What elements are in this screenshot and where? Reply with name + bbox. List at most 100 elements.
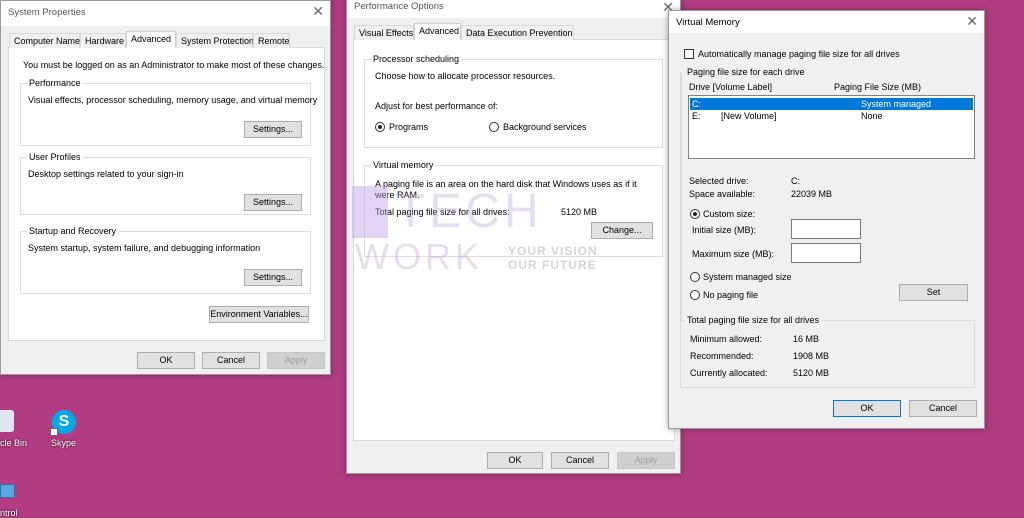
- title-bar[interactable]: Virtual Memory ✕: [669, 11, 984, 33]
- ok-button[interactable]: OK: [137, 352, 195, 369]
- performance-options-dialog: Performance Options ✕ Visual Effects Adv…: [346, 0, 681, 474]
- virtual-memory-group: Virtual memory A paging file is an area …: [364, 160, 663, 257]
- user-profiles-settings-button[interactable]: Settings...: [244, 194, 302, 211]
- control-panel-icon: [0, 484, 15, 498]
- group-description: Visual effects, processor scheduling, me…: [28, 95, 318, 105]
- apply-button[interactable]: Apply: [617, 452, 675, 469]
- shortcut-arrow-icon: [50, 428, 58, 436]
- column-drive: Drive [Volume Label]: [689, 82, 773, 92]
- dialog-title: Performance Options: [354, 1, 444, 12]
- selected-drive-label: Selected drive:: [689, 176, 749, 186]
- tab-remote[interactable]: Remote: [253, 33, 290, 48]
- initial-size-label: Initial size (MB):: [692, 225, 757, 235]
- apply-button[interactable]: Apply: [267, 352, 325, 369]
- background-services-label: Background services: [503, 122, 587, 132]
- ok-button[interactable]: OK: [833, 400, 901, 417]
- selected-drive-value: C:: [791, 176, 800, 186]
- paging-file-group: Paging file size for each drive Drive [V…: [680, 67, 975, 320]
- vm-description-line2: were RAM.: [375, 190, 420, 200]
- drive-letter: C:: [692, 99, 701, 109]
- desktop-icon-skype[interactable]: S Skype: [44, 408, 84, 453]
- admin-notice: You must be logged on as an Administrato…: [23, 60, 325, 70]
- performance-group: Performance Visual effects, processor sc…: [20, 78, 317, 146]
- maximum-size-label: Maximum size (MB):: [692, 249, 775, 259]
- environment-variables-button[interactable]: Environment Variables...: [209, 306, 309, 323]
- desktop-icon-control-panel[interactable]: ntrol: [0, 482, 30, 518]
- system-properties-dialog: System Properties ✕ Computer Name Hardwa…: [0, 0, 331, 375]
- desktop-icon-label: ntrol: [0, 508, 18, 518]
- drive-row[interactable]: E: [New Volume] None: [690, 110, 973, 122]
- total-paging-label: Total paging file size for all drives:: [375, 207, 510, 217]
- title-bar[interactable]: Performance Options ✕: [347, 0, 680, 18]
- auto-manage-checkbox[interactable]: [684, 49, 694, 59]
- processor-scheduling-group: Processor scheduling Choose how to alloc…: [364, 54, 663, 148]
- column-size: Paging File Size (MB): [834, 82, 922, 92]
- close-icon[interactable]: ✕: [312, 3, 324, 20]
- ok-button[interactable]: OK: [487, 452, 543, 469]
- startup-recovery-settings-button[interactable]: Settings...: [244, 269, 302, 286]
- maximum-size-input[interactable]: [791, 243, 861, 263]
- title-bar[interactable]: System Properties ✕: [1, 1, 330, 26]
- minimum-allowed-label: Minimum allowed:: [690, 334, 763, 344]
- tab-system-protection[interactable]: System Protection: [176, 33, 254, 48]
- space-available-value: 22039 MB: [791, 189, 833, 199]
- system-managed-label: System managed size: [703, 272, 792, 282]
- background-services-radio[interactable]: [489, 122, 499, 132]
- group-title: Startup and Recovery: [27, 226, 119, 236]
- no-paging-radio[interactable]: [690, 290, 700, 300]
- change-button[interactable]: Change...: [591, 222, 653, 239]
- scheduling-description: Choose how to allocate processor resourc…: [375, 71, 556, 81]
- recycle-bin-icon: [0, 410, 14, 432]
- drive-letter: E:: [692, 111, 701, 121]
- custom-size-label: Custom size:: [703, 209, 756, 219]
- dialog-title: Virtual Memory: [676, 17, 740, 28]
- tab-hardware[interactable]: Hardware: [80, 33, 126, 48]
- minimum-allowed-value: 16 MB: [793, 334, 820, 344]
- dialog-title: System Properties: [8, 7, 86, 18]
- recommended-value: 1908 MB: [793, 351, 830, 361]
- startup-recovery-group: Startup and Recovery System startup, sys…: [20, 226, 311, 294]
- programs-label: Programs: [389, 122, 429, 132]
- initial-size-input[interactable]: [791, 219, 861, 239]
- cancel-button[interactable]: Cancel: [551, 452, 609, 469]
- cancel-button[interactable]: Cancel: [909, 400, 977, 417]
- group-description: System startup, system failure, and debu…: [28, 243, 261, 253]
- cancel-button[interactable]: Cancel: [202, 352, 260, 369]
- total-paging-group: Total paging file size for all drives Mi…: [680, 315, 975, 388]
- custom-size-radio[interactable]: [690, 209, 700, 219]
- performance-settings-button[interactable]: Settings...: [244, 121, 302, 138]
- programs-radio[interactable]: [375, 122, 385, 132]
- set-button[interactable]: Set: [899, 284, 968, 301]
- drive-list[interactable]: C: System managed E: [New Volume] None: [688, 95, 975, 159]
- drive-size: None: [861, 111, 883, 121]
- group-description: Desktop settings related to your sign-in: [28, 169, 184, 179]
- tab-advanced[interactable]: Advanced: [414, 23, 461, 40]
- virtual-memory-dialog: Virtual Memory ✕ Automatically manage pa…: [668, 10, 985, 429]
- group-title: Paging file size for each drive: [685, 67, 807, 77]
- user-profiles-group: User Profiles Desktop settings related t…: [20, 152, 311, 215]
- group-title: Virtual memory: [371, 160, 436, 170]
- drive-volume-label: [New Volume]: [721, 111, 777, 121]
- no-paging-label: No paging file: [703, 290, 759, 300]
- adjust-label: Adjust for best performance of:: [375, 101, 499, 111]
- tab-advanced[interactable]: Advanced: [126, 31, 176, 48]
- tab-computer-name[interactable]: Computer Name: [9, 33, 80, 48]
- space-available-label: Space available:: [689, 189, 756, 199]
- system-managed-radio[interactable]: [690, 272, 700, 282]
- drive-row[interactable]: C: System managed: [690, 98, 973, 110]
- group-title: Processor scheduling: [371, 54, 462, 64]
- currently-allocated-value: 5120 MB: [793, 368, 830, 378]
- desktop-icon-label: cle Bin: [0, 438, 28, 448]
- group-title: User Profiles: [27, 152, 83, 162]
- group-title: Performance: [27, 78, 83, 88]
- close-icon[interactable]: ✕: [966, 13, 978, 30]
- tab-visual-effects[interactable]: Visual Effects: [354, 25, 414, 40]
- drive-size: System managed: [861, 99, 932, 109]
- vm-description-line1: A paging file is an area on the hard dis…: [375, 179, 637, 189]
- total-paging-value: 5120 MB: [561, 207, 598, 217]
- currently-allocated-label: Currently allocated:: [690, 368, 768, 378]
- group-title: Total paging file size for all drives: [685, 315, 822, 325]
- desktop-icon-recycle-bin[interactable]: cle Bin: [0, 408, 30, 453]
- desktop-icon-label: Skype: [51, 438, 77, 448]
- tab-data-execution-prevention[interactable]: Data Execution Prevention: [461, 25, 574, 40]
